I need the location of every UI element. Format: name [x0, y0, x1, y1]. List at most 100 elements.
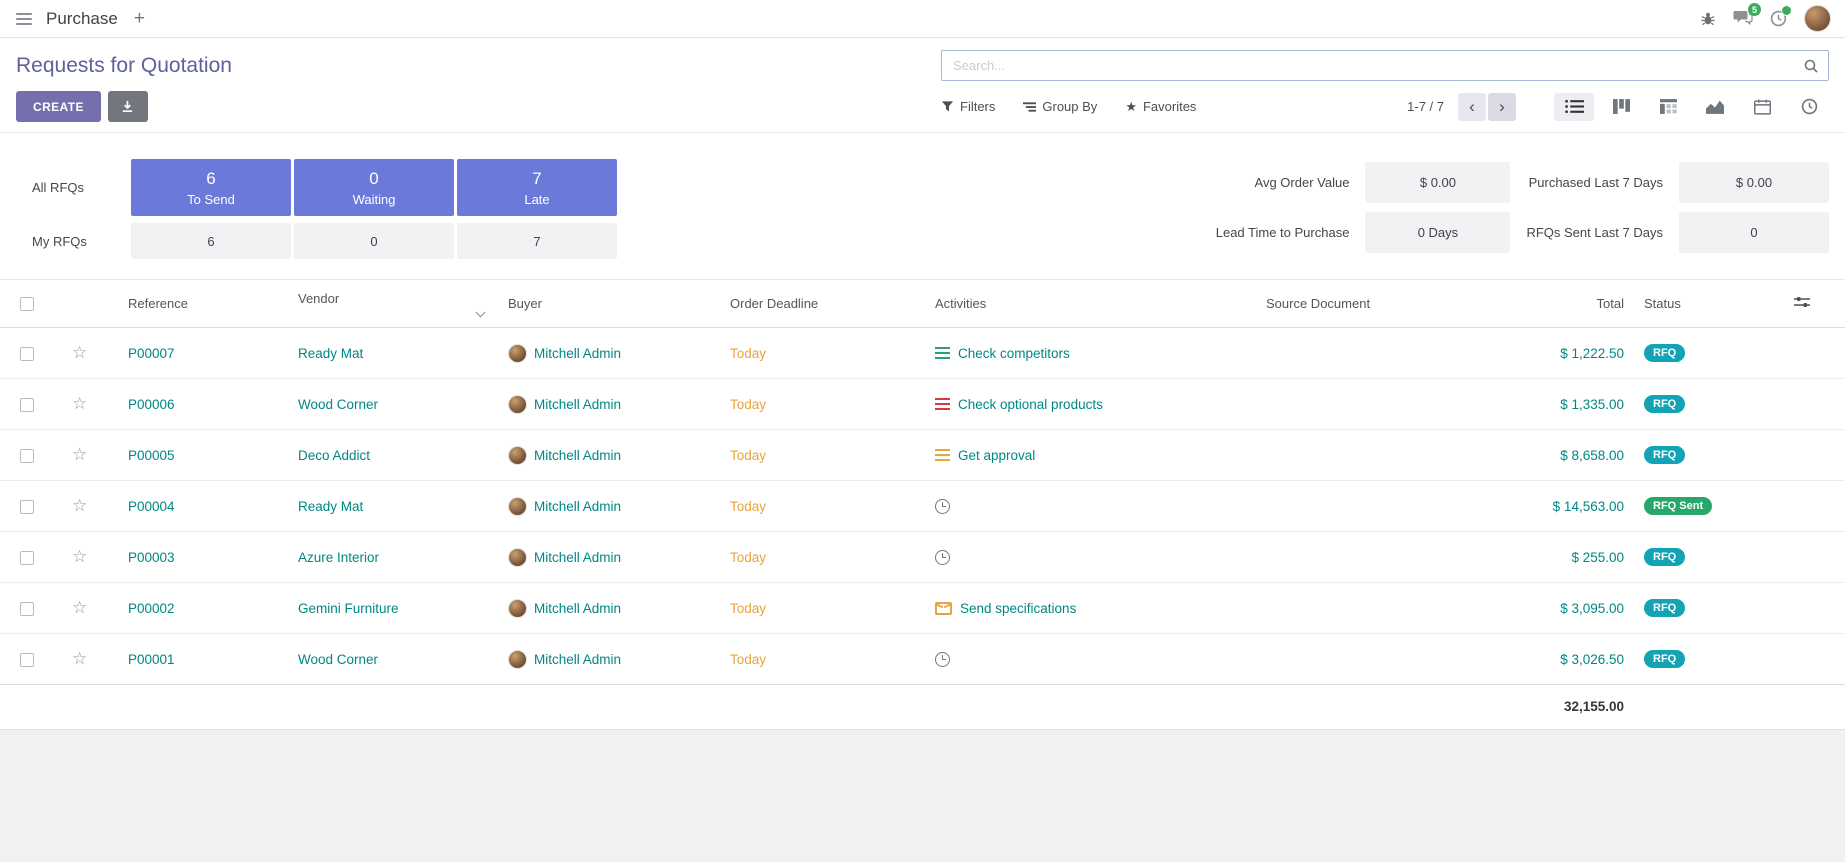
user-avatar[interactable]: [1804, 5, 1831, 32]
buyer-link[interactable]: Mitchell Admin: [534, 601, 621, 616]
table-row[interactable]: ☆ P00003 Azure Interior Mitchell Admin T…: [0, 532, 1845, 583]
total-amount: $ 3,095.00: [1560, 601, 1624, 616]
vendor-link[interactable]: Gemini Furniture: [298, 601, 399, 616]
kpi-lead-time-value[interactable]: 0 Days: [1365, 212, 1510, 253]
vendor-link[interactable]: Wood Corner: [298, 652, 378, 667]
tile-to-send[interactable]: 6 To Send: [131, 159, 291, 216]
activities-clock-icon[interactable]: [1770, 10, 1787, 27]
row-checkbox[interactable]: [20, 500, 34, 514]
tile-late-label: Late: [524, 192, 549, 207]
column-header-vendor[interactable]: Vendor: [290, 280, 500, 328]
vendor-link[interactable]: Ready Mat: [298, 346, 363, 361]
view-activity-button[interactable]: [1789, 93, 1829, 121]
row-checkbox[interactable]: [20, 653, 34, 667]
reference-link[interactable]: P00003: [128, 550, 175, 565]
row-checkbox[interactable]: [20, 449, 34, 463]
row-checkbox[interactable]: [20, 398, 34, 412]
column-settings-icon[interactable]: [1794, 295, 1810, 309]
reference-link[interactable]: P00001: [128, 652, 175, 667]
favorite-star-icon[interactable]: ☆: [72, 343, 87, 362]
activity-tasks-icon[interactable]: [935, 449, 950, 461]
table-row[interactable]: ☆ P00004 Ready Mat Mitchell Admin Today …: [0, 481, 1845, 532]
column-header-total[interactable]: Total: [1496, 280, 1636, 328]
debug-bug-icon[interactable]: [1700, 11, 1716, 27]
vendor-link[interactable]: Deco Addict: [298, 448, 370, 463]
buyer-link[interactable]: Mitchell Admin: [534, 499, 621, 514]
activity-link[interactable]: Check competitors: [958, 346, 1070, 361]
vendor-link[interactable]: Azure Interior: [298, 550, 379, 565]
table-row[interactable]: ☆ P00002 Gemini Furniture Mitchell Admin…: [0, 583, 1845, 634]
activity-clock-icon[interactable]: [935, 499, 950, 514]
table-row[interactable]: ☆ P00007 Ready Mat Mitchell Admin Today …: [0, 328, 1845, 379]
table-row[interactable]: ☆ P00006 Wood Corner Mitchell Admin Toda…: [0, 379, 1845, 430]
kpi-avg-order-value[interactable]: $ 0.00: [1365, 162, 1510, 203]
pager-next-button[interactable]: ›: [1488, 93, 1516, 121]
column-header-reference[interactable]: Reference: [120, 280, 290, 328]
column-header-buyer[interactable]: Buyer: [500, 280, 722, 328]
vendor-link[interactable]: Wood Corner: [298, 397, 378, 412]
activity-link[interactable]: Check optional products: [958, 397, 1103, 412]
messages-icon[interactable]: 5: [1733, 10, 1753, 27]
reference-link[interactable]: P00004: [128, 499, 175, 514]
download-icon: [120, 99, 135, 114]
apps-menu-icon[interactable]: [14, 9, 34, 29]
reference-link[interactable]: P00007: [128, 346, 175, 361]
row-checkbox[interactable]: [20, 347, 34, 361]
favorite-star-icon[interactable]: ☆: [72, 649, 87, 668]
view-kanban-button[interactable]: [1601, 93, 1641, 121]
reference-link[interactable]: P00005: [128, 448, 175, 463]
favorites-button[interactable]: ★ Favorites: [1125, 99, 1196, 115]
pager-counter[interactable]: 1-7 / 7: [1407, 99, 1444, 114]
tile-waiting[interactable]: 0 Waiting: [294, 159, 454, 216]
column-header-order-deadline[interactable]: Order Deadline: [722, 280, 927, 328]
select-all-checkbox[interactable]: [20, 297, 34, 311]
new-tab-icon[interactable]: +: [134, 9, 145, 28]
activity-tasks-icon[interactable]: [935, 398, 950, 410]
my-late-count[interactable]: 7: [457, 223, 617, 259]
favorite-star-icon[interactable]: ☆: [72, 496, 87, 515]
reference-link[interactable]: P00006: [128, 397, 175, 412]
column-header-status[interactable]: Status: [1636, 280, 1786, 328]
view-list-button[interactable]: [1554, 93, 1594, 121]
my-to-send-count[interactable]: 6: [131, 223, 291, 259]
column-header-source-document[interactable]: Source Document: [1258, 280, 1496, 328]
favorite-star-icon[interactable]: ☆: [72, 445, 87, 464]
kpi-purchased-value[interactable]: $ 0.00: [1679, 162, 1829, 203]
filters-button[interactable]: Filters: [941, 99, 995, 114]
app-name[interactable]: Purchase: [46, 9, 118, 29]
row-checkbox[interactable]: [20, 602, 34, 616]
create-button[interactable]: CREATE: [16, 91, 101, 122]
search-input[interactable]: [951, 57, 1803, 74]
tile-waiting-label: Waiting: [353, 192, 396, 207]
tile-late[interactable]: 7 Late: [457, 159, 617, 216]
buyer-link[interactable]: Mitchell Admin: [534, 448, 621, 463]
buyer-link[interactable]: Mitchell Admin: [534, 397, 621, 412]
buyer-link[interactable]: Mitchell Admin: [534, 550, 621, 565]
favorite-star-icon[interactable]: ☆: [72, 394, 87, 413]
view-graph-button[interactable]: [1695, 93, 1735, 121]
favorite-star-icon[interactable]: ☆: [72, 598, 87, 617]
search-bar[interactable]: [941, 50, 1829, 81]
export-button[interactable]: [108, 91, 148, 122]
pager-previous-button[interactable]: ‹: [1458, 93, 1486, 121]
activity-link[interactable]: Send specifications: [960, 601, 1076, 616]
my-waiting-count[interactable]: 0: [294, 223, 454, 259]
activity-link[interactable]: Get approval: [958, 448, 1035, 463]
table-row[interactable]: ☆ P00001 Wood Corner Mitchell Admin Toda…: [0, 634, 1845, 685]
vendor-link[interactable]: Ready Mat: [298, 499, 363, 514]
view-pivot-button[interactable]: [1648, 93, 1688, 121]
activity-clock-icon[interactable]: [935, 652, 950, 667]
buyer-link[interactable]: Mitchell Admin: [534, 346, 621, 361]
activity-clock-icon[interactable]: [935, 550, 950, 565]
view-calendar-button[interactable]: [1742, 93, 1782, 121]
group-by-button[interactable]: Group By: [1023, 99, 1097, 114]
table-row[interactable]: ☆ P00005 Deco Addict Mitchell Admin Toda…: [0, 430, 1845, 481]
kpi-rfqs-sent-value[interactable]: 0: [1679, 212, 1829, 253]
reference-link[interactable]: P00002: [128, 601, 175, 616]
row-checkbox[interactable]: [20, 551, 34, 565]
favorite-star-icon[interactable]: ☆: [72, 547, 87, 566]
column-header-activities[interactable]: Activities: [927, 280, 1258, 328]
activity-mail-icon[interactable]: [935, 602, 952, 615]
buyer-link[interactable]: Mitchell Admin: [534, 652, 621, 667]
activity-tasks-icon[interactable]: [935, 347, 950, 359]
